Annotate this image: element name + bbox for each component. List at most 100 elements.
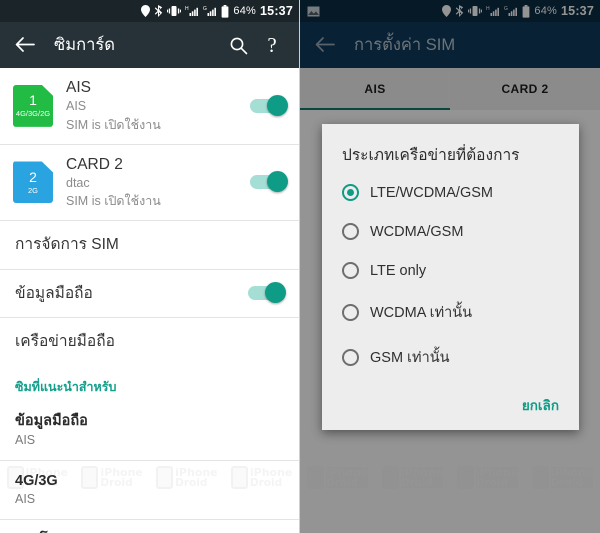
left-phone-panel: H G 64% 15:37 ซิมการ์ด ? iPhone Droid iP…	[0, 0, 300, 533]
pref-mobile-data-value: AIS	[15, 432, 36, 447]
image-icon	[307, 6, 320, 17]
right-app-bar: การตั้งค่า SIM	[300, 22, 600, 68]
location-icon	[442, 5, 452, 17]
sim2-texts: CARD 2 dtac SIM is เปิดใช้งาน	[66, 155, 250, 211]
radio-option-label: GSM เท่านั้น	[370, 350, 450, 366]
signal-h-icon: H	[486, 5, 500, 17]
back-arrow-icon[interactable]	[310, 30, 340, 60]
vibrate-icon	[167, 5, 182, 17]
phone-icon	[456, 466, 474, 489]
radio-option-gsm-only[interactable]: GSM เท่านั้น	[322, 335, 579, 380]
status-bar-right: H G 64% 15:37	[300, 0, 600, 22]
tab-ais[interactable]: AIS	[300, 68, 450, 110]
tab-card2[interactable]: CARD 2	[450, 68, 600, 110]
sim-badge-number: 1	[29, 91, 37, 108]
page-title: ซิมการ์ด	[54, 36, 115, 54]
battery-percent: 64%	[233, 5, 257, 17]
sim-badge-1: 1 4G/3G/2G	[13, 84, 53, 127]
search-icon[interactable]	[221, 28, 255, 62]
sim2-carrier: dtac	[66, 176, 90, 190]
sim-management-texts: การจัดการ SIM	[15, 235, 284, 254]
preferred-sim-section-header: ซิมที่แนะนำสำหรับ	[15, 380, 117, 395]
bluetooth-icon	[455, 5, 464, 17]
list-item-mobile-data[interactable]: ข้อมูลมือถือ	[0, 270, 299, 318]
radio-button-icon	[342, 349, 359, 366]
mobile-data-label: ข้อมูลมือถือ	[15, 284, 93, 302]
watermark: iPhone Droid	[300, 466, 375, 489]
list-item-sim2[interactable]: 2 2G CARD 2 dtac SIM is เปิดใช้งาน	[0, 145, 299, 222]
signal-g-icon: G	[504, 5, 518, 17]
dialog-title: ประเภทเครือข่ายที่ต้องการ	[342, 147, 520, 164]
watermark-text: iPhone Droid	[325, 465, 369, 489]
list-item-sim1[interactable]: 1 4G/3G/2G AIS AIS SIM is เปิดใช้งาน	[0, 68, 299, 145]
signal-h-icon: H	[185, 5, 199, 17]
back-arrow-icon[interactable]	[10, 30, 40, 60]
sim1-status: SIM is เปิดใช้งาน	[66, 117, 161, 132]
radio-button-icon	[342, 304, 359, 321]
phone-icon	[381, 466, 399, 489]
watermark: iPhone Droid	[450, 466, 525, 489]
signal-g-icon: G	[203, 5, 217, 17]
sim-tabs: AIS CARD 2	[300, 68, 600, 110]
status-bar-right-icons: H G 64% 15:37	[141, 4, 293, 18]
tab-card2-label: CARD 2	[501, 82, 549, 96]
watermark-text: iPhone Droid	[550, 465, 594, 489]
sim1-texts: AIS AIS SIM is เปิดใช้งาน	[66, 78, 250, 134]
watermark: iPhone Droid	[525, 466, 600, 489]
left-app-bar: ซิมการ์ด ?	[0, 22, 299, 68]
list-item-sim-management[interactable]: การจัดการ SIM	[0, 221, 299, 270]
svg-text:G: G	[203, 6, 207, 12]
sim1-title: AIS	[66, 79, 91, 96]
cancel-button[interactable]: ยกเลิก	[522, 394, 559, 416]
sim2-toggle[interactable]	[250, 171, 288, 193]
pref-mobile-data-label: ข้อมูลมือถือ	[15, 413, 88, 430]
sim-badge-generation: 4G/3G/2G	[15, 109, 51, 119]
pref-4g3g-value: AIS	[15, 491, 36, 506]
phone-icon	[531, 466, 549, 489]
vibrate-icon	[468, 5, 483, 17]
status-bar-right-icons: H G 64% 15:37	[442, 4, 594, 18]
tab-active-indicator	[300, 107, 450, 110]
dialog-actions: ยกเลิก	[322, 380, 579, 422]
network-type-dialog: ประเภทเครือข่ายที่ต้องการ LTE/WCDMA/GSM …	[322, 124, 579, 430]
radio-option-label: WCDMA/GSM	[370, 223, 464, 240]
radio-button-icon	[342, 262, 359, 279]
right-phone-panel: H G 64% 15:37 การตั้งค่า SIM AIS CARD 2 …	[300, 0, 600, 533]
list-item-pref-4g3g[interactable]: 4G/3G AIS	[0, 461, 299, 520]
pref-4g3g-texts: 4G/3G AIS	[15, 472, 284, 508]
help-label: ?	[267, 32, 277, 57]
sim1-toggle[interactable]	[250, 94, 288, 116]
radio-option-lte-wcdma-gsm[interactable]: LTE/WCDMA/GSM	[322, 173, 579, 212]
tab-ais-label: AIS	[364, 82, 386, 96]
sim-badge-2: 2 2G	[13, 161, 53, 204]
radio-button-icon	[342, 223, 359, 240]
battery-icon	[221, 4, 229, 18]
radio-option-wcdma-only[interactable]: WCDMA เท่านั้น	[322, 290, 579, 335]
mobile-networks-label: เครือข่ายมือถือ	[15, 333, 115, 350]
list-item-pref-mobile-data[interactable]: ข้อมูลมือถือ AIS	[0, 401, 299, 461]
toggle-knob	[267, 94, 288, 116]
svg-text:G: G	[504, 6, 508, 12]
toggle-knob	[267, 171, 288, 193]
location-icon	[141, 5, 151, 17]
mobile-networks-texts: เครือข่ายมือถือ	[15, 332, 284, 351]
list-item-pref-calls[interactable]: การโทร ถามทุกครั้ง	[0, 520, 299, 533]
clock: 15:37	[561, 4, 594, 18]
svg-text:H: H	[185, 6, 189, 12]
mobile-data-texts: ข้อมูลมือถือ	[15, 284, 248, 303]
radio-option-label: WCDMA เท่านั้น	[370, 305, 473, 321]
battery-percent: 64%	[534, 5, 558, 17]
sim-management-label: การจัดการ SIM	[15, 236, 119, 254]
sim-settings-list: 1 4G/3G/2G AIS AIS SIM is เปิดใช้งาน 2 2…	[0, 68, 299, 533]
watermark-text: iPhone Droid	[475, 465, 519, 489]
phone-icon	[306, 466, 324, 489]
bluetooth-icon	[154, 5, 163, 17]
mobile-data-toggle[interactable]	[248, 282, 286, 304]
watermark: iPhone Droid	[375, 466, 450, 489]
help-icon[interactable]: ?	[255, 28, 289, 62]
radio-option-wcdma-gsm[interactable]: WCDMA/GSM	[322, 212, 579, 251]
list-item-mobile-networks[interactable]: เครือข่ายมือถือ	[0, 318, 299, 365]
watermark-text: iPhone Droid	[400, 465, 444, 489]
svg-text:H: H	[486, 6, 490, 12]
radio-option-lte-only[interactable]: LTE only	[322, 251, 579, 290]
